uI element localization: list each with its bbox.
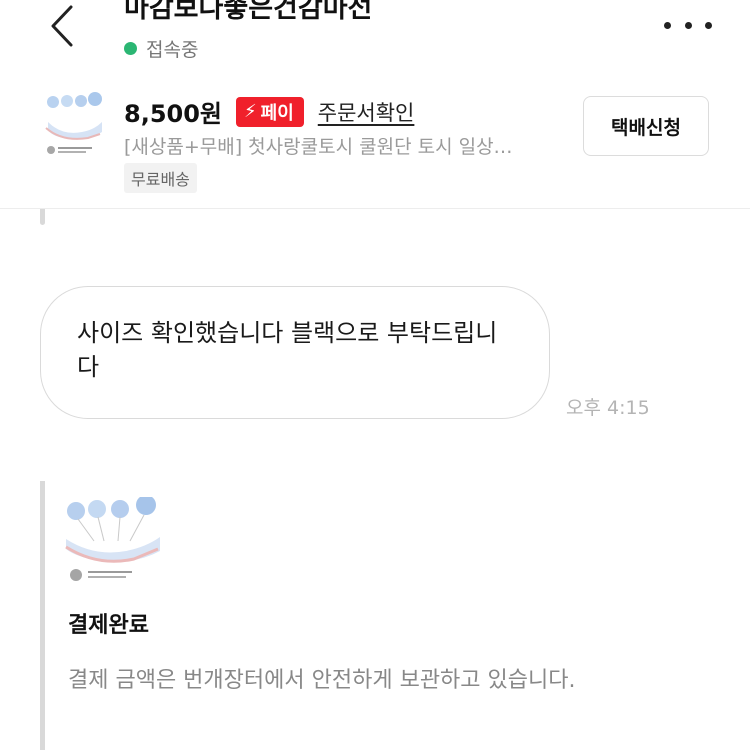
product-summary-bar: 8,500원 ⚡ 페이 주문서확인 [새상품+무배] 첫사랑쿨토시 쿨원단 토시… xyxy=(0,74,750,209)
product-thumbnail[interactable] xyxy=(42,92,106,164)
payment-complete-card[interactable]: 결제완료 결제 금액은 번개장터에서 안전하게 보관하고 있습니다. xyxy=(40,481,600,750)
back-button[interactable] xyxy=(40,0,84,52)
payment-status-title: 결제완료 xyxy=(68,613,149,638)
delivery-request-button[interactable]: 택배신청 xyxy=(583,96,709,156)
product-description[interactable]: [새상품+무배] 첫사랑쿨토시 쿨원단 토시 일상… xyxy=(124,132,574,159)
pay-badge: ⚡ 페이 xyxy=(236,96,304,127)
more-options-button[interactable] xyxy=(664,8,712,42)
message-timestamp: 오후 4:15 xyxy=(566,397,650,419)
online-status-label: 접속중 xyxy=(146,39,199,61)
message-bubble[interactable]: 사이즈 확인했습니다 블랙으로 부탁드립니다 xyxy=(40,286,550,419)
free-shipping-tag: 무료배송 xyxy=(124,163,197,193)
chat-partner-name: 마감보다좋은건감마선 xyxy=(124,0,373,24)
price-row: 8,500원 ⚡ 페이 주문서확인 xyxy=(124,94,414,129)
more-horizontal-icon xyxy=(664,21,671,29)
lightning-icon: ⚡ xyxy=(244,101,257,122)
card-left-border xyxy=(40,481,45,750)
chat-header: 마감보다좋은건감마선 접속중 xyxy=(0,0,750,74)
chat-message-list[interactable]: 사이즈 확인했습니다 블랙으로 부탁드립니다 오후 4:15 결제완료 결제 금… xyxy=(0,209,750,750)
payment-product-thumbnail xyxy=(64,495,162,587)
chevron-left-icon xyxy=(51,5,73,47)
previous-card-edge xyxy=(40,209,45,225)
product-image-icon xyxy=(64,495,162,587)
payment-status-description: 결제 금액은 번개장터에서 안전하게 보관하고 있습니다. xyxy=(68,668,576,693)
pay-badge-label: 페이 xyxy=(260,102,294,124)
online-dot-icon xyxy=(124,42,137,55)
order-confirm-link[interactable]: 주문서확인 xyxy=(318,97,415,127)
product-price: 8,500원 xyxy=(124,100,222,128)
product-image-icon xyxy=(42,92,106,164)
online-status: 접속중 xyxy=(124,35,198,62)
chat-screen: 마감보다좋은건감마선 접속중 8,500원 ⚡ 페이 주문서확인 [새상품+무배… xyxy=(0,0,750,750)
